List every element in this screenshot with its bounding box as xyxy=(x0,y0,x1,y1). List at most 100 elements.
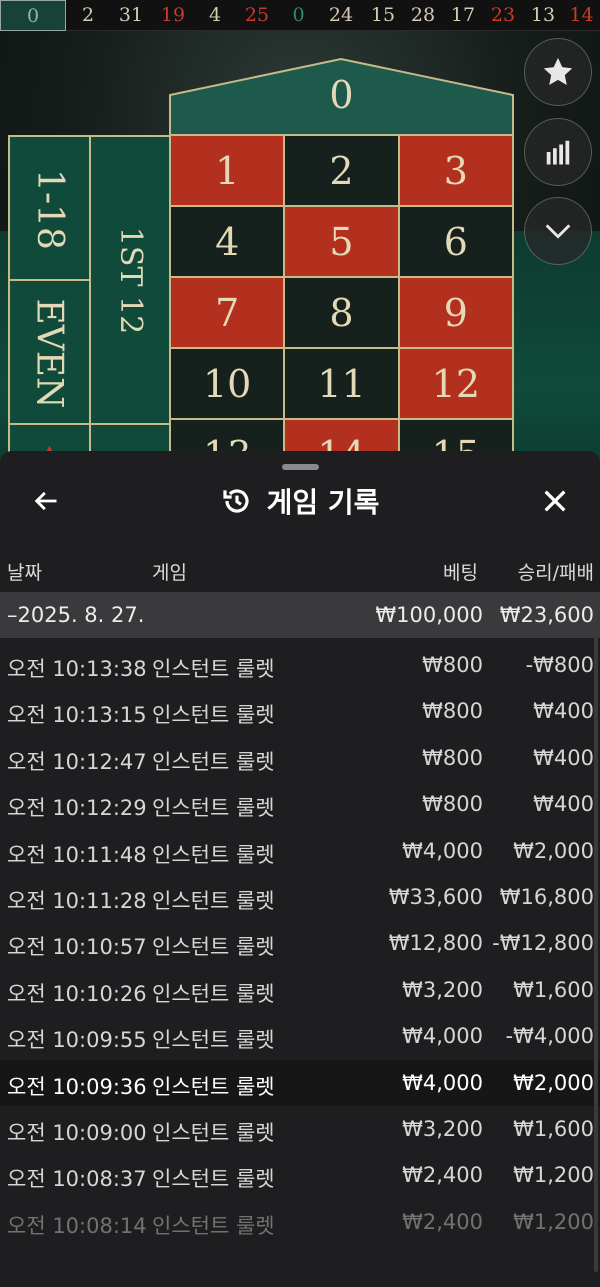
row-time: 오전 10:11:48 xyxy=(7,842,147,867)
bet-number-10[interactable]: 10 xyxy=(169,347,286,420)
date-group-bet: ₩100,000 xyxy=(375,603,483,627)
bet-number-3[interactable]: 3 xyxy=(397,134,514,207)
row-bet: ₩3,200 xyxy=(402,1116,483,1141)
bet-number-9[interactable]: 9 xyxy=(397,276,514,349)
row-result: ₩16,800 xyxy=(499,884,594,909)
star-icon xyxy=(543,57,573,86)
recent-result: 2 xyxy=(81,3,95,26)
row-time: 오전 10:10:57 xyxy=(7,935,147,960)
history-list: 오전 10:13:38 인스턴트 룰렛 ₩800 -₩800 오전 10:13:15 인스… xyxy=(0,642,600,1245)
bet-low-label: 1-18 xyxy=(29,168,71,250)
bet-number-4[interactable]: 4 xyxy=(169,205,286,278)
recent-result: 28 xyxy=(410,3,436,26)
bet-number-5[interactable]: 5 xyxy=(283,205,400,278)
row-bet: ₩4,000 xyxy=(402,1070,483,1095)
number-label: 4 xyxy=(215,219,240,264)
recent-result: 0 xyxy=(292,3,305,26)
history-row[interactable]: 오전 10:13:38 인스턴트 룰렛 ₩800 -₩800 xyxy=(0,642,600,688)
bet-number-12[interactable]: 12 xyxy=(397,347,514,420)
row-time: 오전 10:10:26 xyxy=(7,981,147,1006)
history-row[interactable]: 오전 10:12:47 인스턴트 룰렛 ₩800 ₩400 xyxy=(0,735,600,781)
date-group-row[interactable]: –2025. 8. 27. ₩100,000 ₩23,600 xyxy=(0,592,600,638)
bet-low-1-18[interactable]: 1-18 xyxy=(8,135,91,283)
recent-result: 17 xyxy=(450,3,476,26)
number-label: 1 xyxy=(215,148,240,193)
row-game: 인스턴트 룰렛 xyxy=(152,1120,275,1145)
row-result: ₩400 xyxy=(533,792,594,817)
history-row[interactable]: 오전 10:09:00 인스턴트 룰렛 ₩3,200 ₩1,600 xyxy=(0,1106,600,1152)
panel-header: 게임 기록 xyxy=(0,473,600,529)
row-game: 인스턴트 룰렛 xyxy=(152,703,275,728)
row-time: 오전 10:08:37 xyxy=(7,1167,147,1192)
history-row[interactable]: 오전 10:09:36 인스턴트 룰렛 ₩4,000 ₩2,000 xyxy=(0,1059,600,1106)
number-label: 6 xyxy=(443,219,468,264)
row-time: 오전 10:12:29 xyxy=(7,796,147,821)
row-game: 인스턴트 룰렛 xyxy=(152,1213,275,1238)
row-time: 오전 10:12:47 xyxy=(7,749,147,774)
recent-result: 13 xyxy=(530,3,556,26)
row-game: 인스턴트 룰렛 xyxy=(152,981,275,1006)
row-result: -₩12,800 xyxy=(492,931,594,956)
history-row[interactable]: 오전 10:10:26 인스턴트 룰렛 ₩3,200 ₩1,600 xyxy=(0,967,600,1013)
row-result: -₩800 xyxy=(525,653,594,677)
bet-number-6[interactable]: 6 xyxy=(397,205,514,278)
row-bet: ₩800 xyxy=(422,699,483,724)
row-bet: ₩2,400 xyxy=(402,1209,483,1234)
bet-number-2[interactable]: 2 xyxy=(283,134,400,207)
number-label: 12 xyxy=(431,361,480,406)
recent-result: 15 xyxy=(370,3,396,26)
row-game: 인스턴트 룰렛 xyxy=(152,796,275,821)
close-button[interactable] xyxy=(533,479,577,523)
scrollbar[interactable] xyxy=(594,592,598,1272)
row-result: ₩1,600 xyxy=(513,1116,594,1141)
history-row[interactable]: 오전 10:13:15 인스턴트 룰렛 ₩800 ₩400 xyxy=(0,688,600,734)
recent-result: 4 xyxy=(208,3,222,26)
history-row[interactable]: 오전 10:11:48 인스턴트 룰렛 ₩4,000 ₩2,000 xyxy=(0,828,600,874)
bet-number-11[interactable]: 11 xyxy=(283,347,400,420)
back-button[interactable] xyxy=(24,479,68,523)
recent-result: 0 xyxy=(0,0,66,31)
recent-result: 24 xyxy=(328,3,354,26)
history-row[interactable]: 오전 10:08:14 인스턴트 룰렛 ₩2,400 ₩1,200 xyxy=(0,1199,600,1245)
column-headers: 날짜 게임 베팅 승리/패배 xyxy=(0,555,600,589)
row-bet: ₩33,600 xyxy=(388,884,483,909)
column-header-result: 승리/패배 xyxy=(517,562,594,584)
row-game: 인스턴트 룰렛 xyxy=(152,842,275,867)
game-history-panel: 게임 기록 날짜 게임 베팅 승리/패배 –2025. 8. 27. ₩100,… xyxy=(0,451,600,1287)
bet-number-8[interactable]: 8 xyxy=(283,276,400,349)
recent-result: 23 xyxy=(490,3,516,26)
bet-number-1[interactable]: 1 xyxy=(169,134,286,207)
row-bet: ₩800 xyxy=(422,653,483,677)
number-label: 10 xyxy=(202,361,252,406)
row-bet: ₩2,400 xyxy=(402,1163,483,1188)
row-result: ₩1,200 xyxy=(513,1163,594,1188)
bet-first-dozen[interactable]: 1ST 12 xyxy=(89,135,172,425)
history-row[interactable]: 오전 10:11:28 인스턴트 룰렛 ₩33,600 ₩16,800 xyxy=(0,874,600,920)
row-time: 오전 10:11:28 xyxy=(7,888,147,913)
number-label: 11 xyxy=(317,361,366,406)
row-game: 인스턴트 룰렛 xyxy=(152,749,275,774)
row-result: ₩2,000 xyxy=(513,1070,594,1095)
bet-even-label: EVEN xyxy=(29,297,70,409)
row-time: 오전 10:09:55 xyxy=(7,1028,147,1053)
history-row[interactable]: 오전 10:08:37 인스턴트 룰렛 ₩2,400 ₩1,200 xyxy=(0,1152,600,1198)
row-bet: ₩800 xyxy=(422,745,483,770)
row-result: ₩2,000 xyxy=(513,838,594,863)
favorites-button[interactable] xyxy=(524,38,592,106)
history-row[interactable]: 오전 10:12:29 인스턴트 룰렛 ₩800 ₩400 xyxy=(0,781,600,827)
history-row[interactable]: 오전 10:10:57 인스턴트 룰렛 ₩12,800 -₩12,800 xyxy=(0,920,600,966)
number-label: 8 xyxy=(329,290,354,335)
row-result: ₩1,200 xyxy=(513,1209,594,1234)
recent-result: 14 xyxy=(569,3,594,26)
bet-number-7[interactable]: 7 xyxy=(169,276,286,349)
statistics-button[interactable] xyxy=(524,118,592,186)
recent-result: 19 xyxy=(160,3,186,26)
panel-title: 게임 기록 xyxy=(266,486,380,519)
row-bet: ₩4,000 xyxy=(402,838,483,863)
bet-even[interactable]: EVEN xyxy=(8,279,91,427)
collapse-button[interactable] xyxy=(524,197,592,265)
row-bet: ₩800 xyxy=(422,792,483,817)
history-row[interactable]: 오전 10:09:55 인스턴트 룰렛 ₩4,000 -₩4,000 xyxy=(0,1013,600,1059)
drag-handle[interactable] xyxy=(282,464,319,470)
date-group-result: ₩23,600 xyxy=(499,603,594,627)
